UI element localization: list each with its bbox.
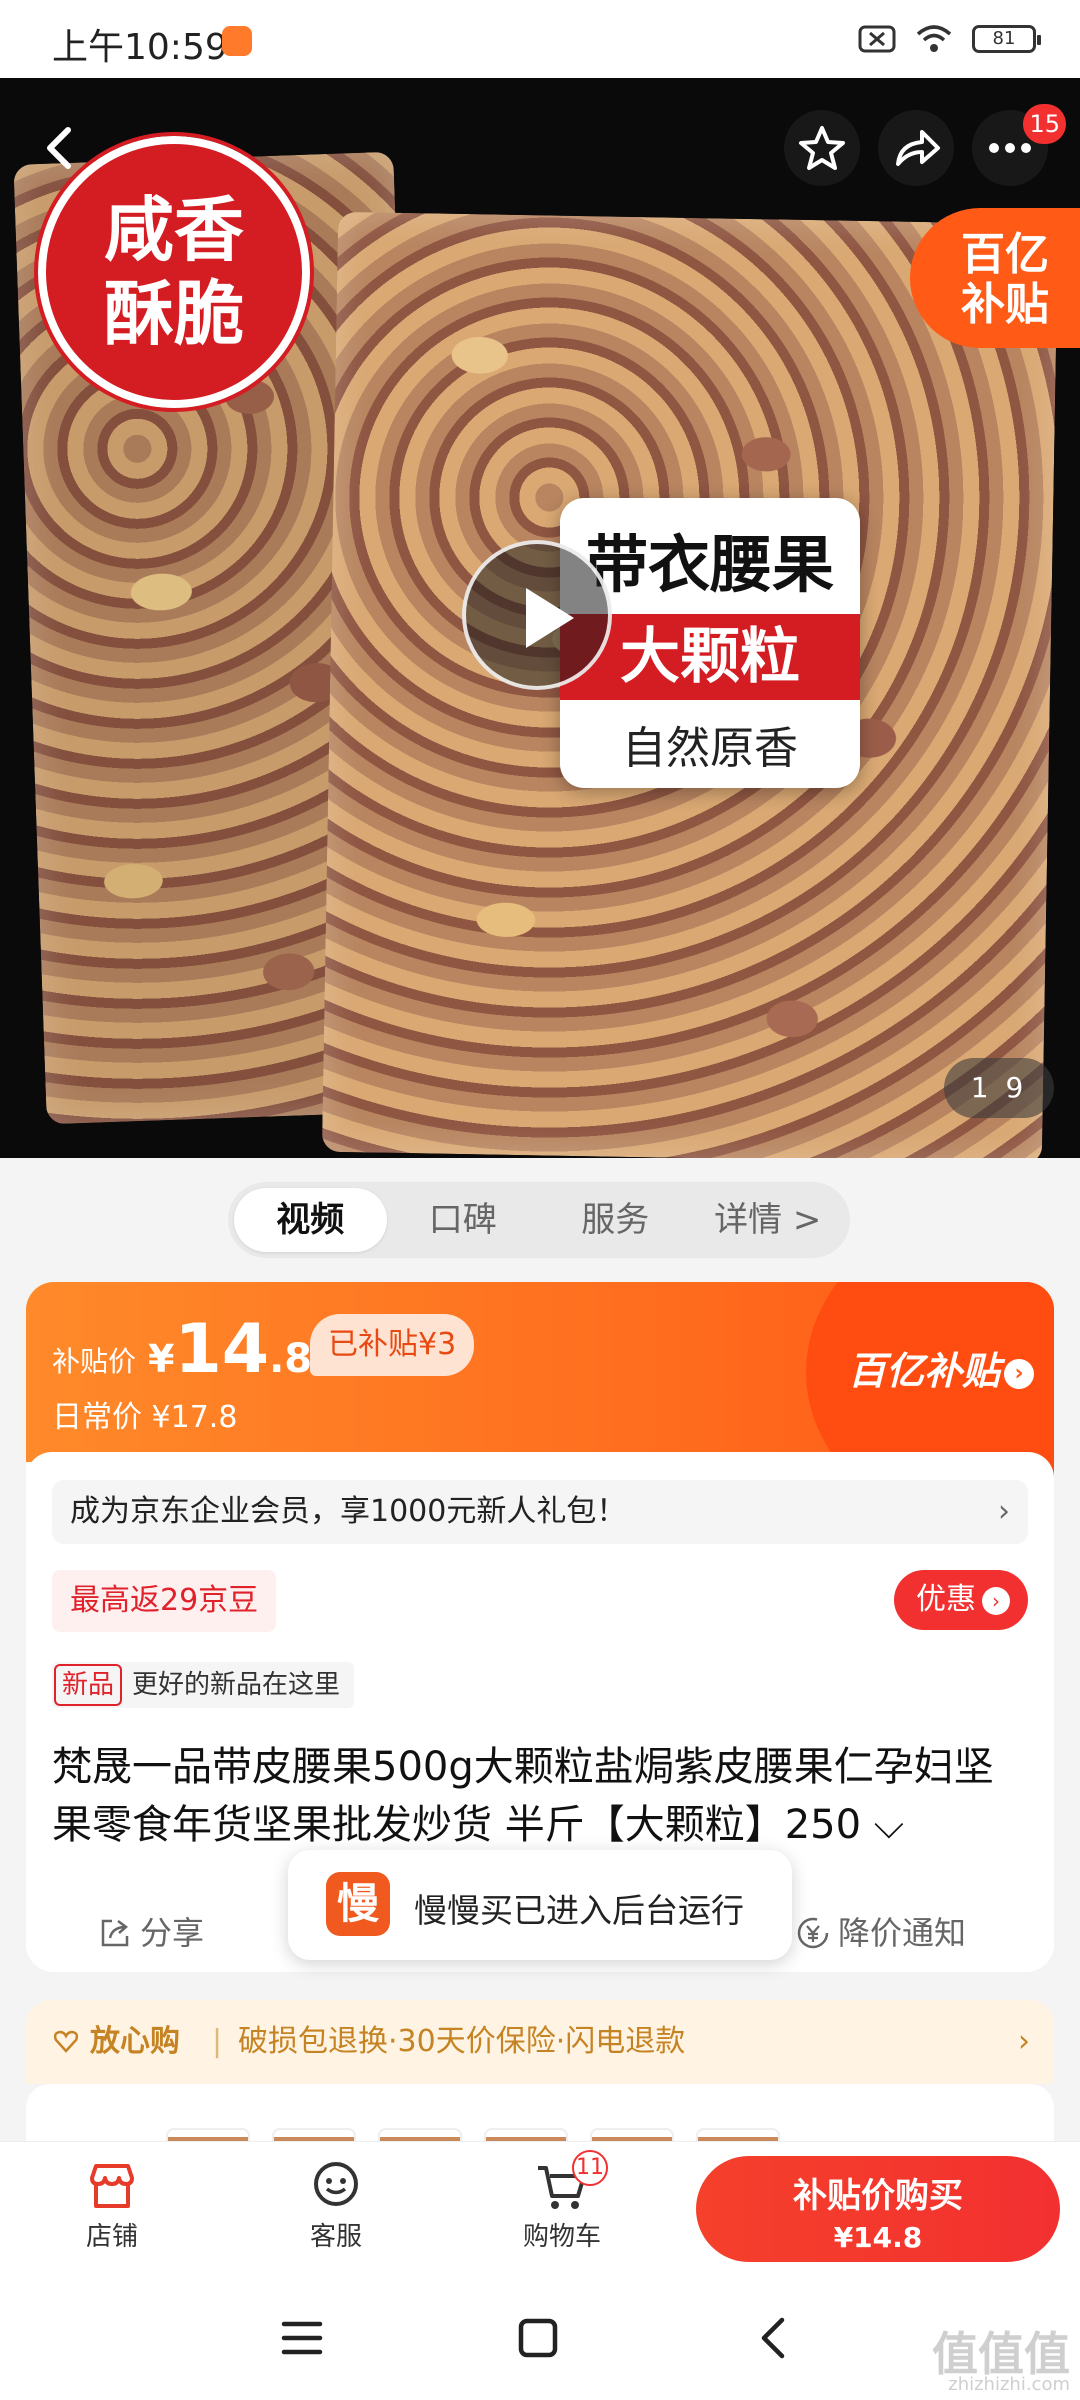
chevron-right-icon: › — [998, 1494, 1010, 1529]
daily-price: 日常价 ¥17.8 — [52, 1400, 238, 1435]
new-badge: 新品 — [54, 1664, 123, 1706]
home-button[interactable] — [512, 2312, 564, 2377]
subsidy-price-label: 补贴价 — [52, 1345, 137, 1378]
buy-button-label: 补贴价购买 — [793, 2176, 963, 2216]
wifi-icon — [916, 25, 952, 52]
toast-text: 慢慢买已进入后台运行 — [414, 1891, 744, 1930]
assurance-divider: | — [212, 2024, 223, 2059]
assurance-items: 破损包退换·30天价保险·闪电退款 — [238, 2024, 686, 2059]
assurance-label: 放心购 — [90, 2024, 180, 2059]
subsidy-brand-text: 百亿补贴 — [847, 1349, 1000, 1393]
buy-subsidy-button[interactable]: 补贴价购买 ¥14.8 — [696, 2156, 1060, 2262]
yen-circle-icon — [797, 1917, 829, 1949]
recents-button[interactable] — [276, 2312, 328, 2377]
assurance-bar[interactable]: 放心购 | 破损包退换·30天价保险·闪电退款 › — [26, 2000, 1054, 2084]
cart-count-badge: 11 — [572, 2150, 608, 2186]
subsidy-tag-line-2: 补贴 — [961, 279, 1049, 330]
status-time: 上午10:59 — [52, 27, 228, 68]
discount-label: 优惠 — [916, 1582, 976, 1617]
share-arrow-icon — [896, 130, 940, 166]
store-icon — [52, 2156, 172, 2216]
image-pager: 1 9 — [944, 1058, 1054, 1118]
price-alert-label: 降价通知 — [838, 1914, 967, 1952]
buy-button-price: ¥14.8 — [833, 2221, 923, 2254]
chevron-right-icon: › — [982, 1586, 1010, 1615]
menu-lines-icon — [281, 2321, 323, 2355]
cart-label: 购物车 — [522, 2222, 601, 2252]
store-label: 店铺 — [85, 2222, 138, 2252]
subsidy-price: ¥14.8 — [148, 1310, 312, 1389]
seal-line-2: 酥脆 — [104, 273, 244, 355]
more-badge: 15 — [1023, 104, 1066, 144]
jd-beans-reward: 最高返29京豆 — [52, 1570, 277, 1632]
share-button[interactable]: 分享 — [98, 1908, 204, 1954]
subsidy-tag-line-1: 百亿 — [961, 229, 1049, 280]
bottom-action-bar: 店铺 客服 11 购物车 补贴价购买 ¥14.8 — [0, 2142, 1080, 2282]
seal-line-1: 咸香 — [104, 189, 244, 271]
new-product-tag[interactable]: 新品 更好的新品在这里 — [52, 1662, 355, 1708]
feature-subtitle: 自然原香 — [622, 723, 798, 774]
app-notification-icon — [222, 26, 252, 56]
product-hero-image[interactable]: 咸香 酥脆 百亿 补贴 带衣腰果 大颗粒 自然原香 15 1 9 — [0, 78, 1080, 1158]
status-bar: 上午10:59 81 — [0, 0, 1080, 78]
back-button[interactable] — [22, 110, 98, 186]
share-icon — [101, 1919, 129, 1947]
system-nav-bar — [0, 2282, 1080, 2400]
chat-smile-icon — [276, 2156, 396, 2216]
home-square-icon — [518, 2318, 558, 2358]
tab-service[interactable]: 服务 — [539, 1188, 692, 1252]
price-alert-button[interactable]: 降价通知 — [796, 1908, 966, 1954]
share-top-button[interactable] — [878, 110, 954, 186]
discount-button[interactable]: 优惠 › — [894, 1570, 1028, 1630]
cart-button[interactable]: 11 购物车 — [502, 2150, 622, 2253]
tab-reviews[interactable]: 口碑 — [387, 1188, 540, 1252]
back-triangle-icon — [761, 2317, 785, 2359]
heart-shield-icon — [52, 2000, 80, 2084]
section-tabs: 视频 口碑 服务 详情 > — [228, 1182, 850, 1258]
site-watermark-url: zhizhizhi.com — [948, 2374, 1070, 2395]
no-sim-icon — [858, 25, 896, 53]
share-label: 分享 — [140, 1914, 205, 1952]
price-currency: ¥ — [148, 1337, 175, 1381]
product-title[interactable]: 梵晟一品带皮腰果500g大颗粒盐焗紫皮腰果仁孕妇坚果零食年货坚果批发炒货 半斤【… — [52, 1738, 1028, 1854]
battery-icon: 81 — [972, 25, 1041, 53]
status-icons: 81 — [858, 24, 1041, 54]
new-product-text: 更好的新品在这里 — [132, 1670, 341, 1700]
back-arrow-icon — [47, 127, 71, 169]
chevron-right-icon: › — [1004, 1358, 1034, 1389]
chevron-right-icon: › — [1018, 2024, 1030, 2059]
tab-details[interactable]: 详情 > — [692, 1188, 845, 1252]
subsidy-brand-link[interactable]: 百亿补贴 › — [848, 1340, 1034, 1395]
enterprise-member-banner[interactable]: 成为京东企业会员，享1000元新人礼包！ › — [52, 1480, 1028, 1544]
system-back-button[interactable] — [748, 2312, 800, 2377]
price-decimal: .8 — [269, 1336, 313, 1382]
subsidy-corner-tag: 百亿 补贴 — [910, 208, 1080, 348]
sku-thumbnail-strip — [26, 2084, 1054, 2168]
subsidized-amount-tag: 已补贴¥3 — [310, 1314, 475, 1376]
favorite-button[interactable] — [784, 110, 860, 186]
subsidy-price-header[interactable]: 补贴价 ¥14.8 已补贴¥3 日常价 ¥17.8 百亿补贴 › — [26, 1282, 1054, 1542]
store-button[interactable]: 店铺 — [52, 2156, 172, 2253]
manmanmai-logo-icon: 慢 — [326, 1872, 390, 1936]
tab-video[interactable]: 视频 — [234, 1188, 387, 1252]
price-integer: 14 — [174, 1310, 270, 1389]
customer-service-button[interactable]: 客服 — [276, 2156, 396, 2253]
customer-service-label: 客服 — [309, 2222, 362, 2252]
cart-icon: 11 — [502, 2150, 622, 2216]
member-banner-text: 成为京东企业会员，享1000元新人礼包！ — [70, 1494, 627, 1529]
background-running-toast: 慢 慢慢买已进入后台运行 — [288, 1850, 792, 1960]
star-icon — [799, 126, 845, 170]
play-video-button[interactable] — [462, 540, 612, 690]
